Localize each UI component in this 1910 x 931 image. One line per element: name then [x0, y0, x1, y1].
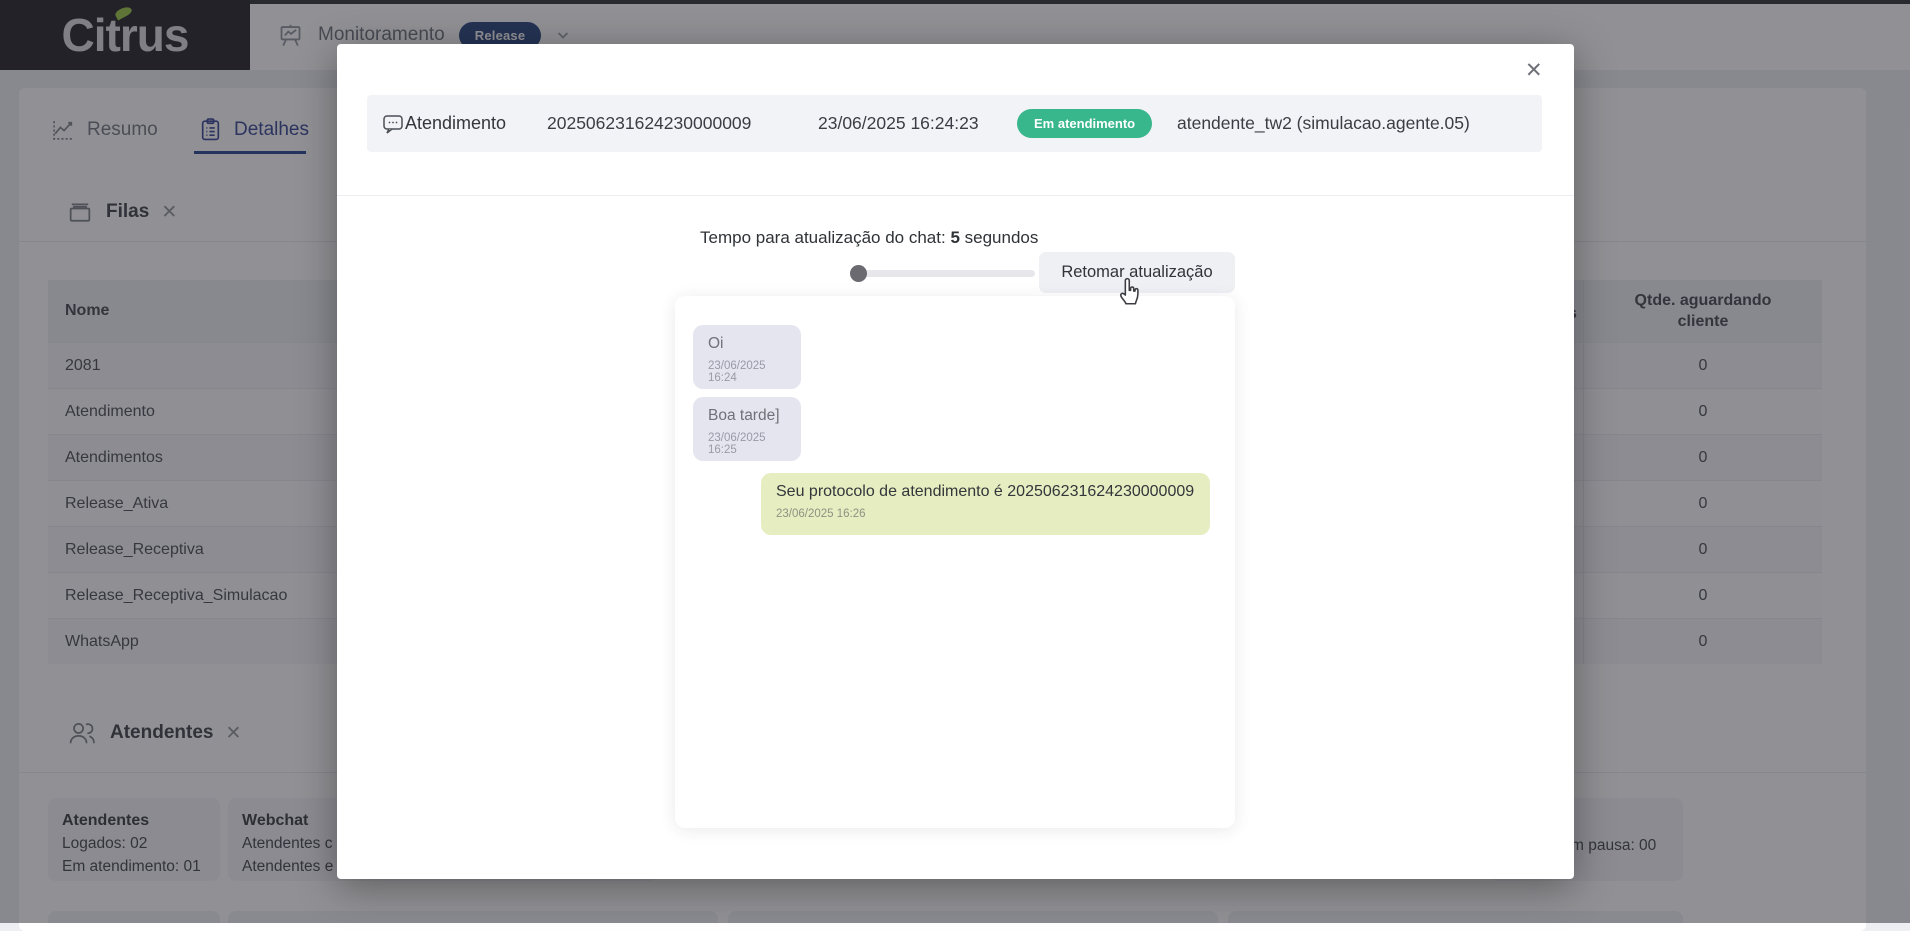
message-timestamp: 23/06/2025 16:25 [708, 432, 786, 456]
message-timestamp: 23/06/2025 16:24 [708, 360, 786, 384]
status-badge: Em atendimento [1017, 109, 1152, 138]
atendimento-modal: ✕ Atendimento 202506231624230000009 23/0… [337, 44, 1574, 879]
modal-divider [337, 195, 1574, 196]
cursor-pointer-icon [1113, 276, 1145, 310]
chat-messages-panel[interactable]: Oi 23/06/2025 16:24 Boa tarde] 23/06/202… [675, 296, 1235, 828]
chat-message: Oi 23/06/2025 16:24 [693, 325, 801, 389]
protocol-number: 202506231624230000009 [547, 95, 751, 152]
chat-message: Boa tarde] 23/06/2025 16:25 [693, 397, 801, 461]
modal-close-icon[interactable]: ✕ [1521, 54, 1547, 87]
modal-header-bar: Atendimento 202506231624230000009 23/06/… [367, 95, 1542, 152]
chat-message: Seu protocolo de atendimento é 202506231… [761, 473, 1210, 535]
refresh-seconds-value: 5 [950, 228, 959, 247]
slider-handle[interactable] [850, 265, 867, 282]
refresh-interval-label: Tempo para atualização do chat: 5 segund… [700, 228, 1038, 248]
attendance-datetime: 23/06/2025 16:24:23 [818, 95, 979, 152]
agent-name: atendente_tw2 (simulacao.agente.05) [1177, 95, 1470, 152]
modal-title: Atendimento [405, 95, 506, 152]
refresh-interval-slider[interactable] [853, 270, 1035, 277]
chat-bubble-icon [381, 95, 405, 152]
status-badge-wrap: Em atendimento [1017, 95, 1152, 152]
message-timestamp: 23/06/2025 16:26 [776, 508, 1195, 520]
